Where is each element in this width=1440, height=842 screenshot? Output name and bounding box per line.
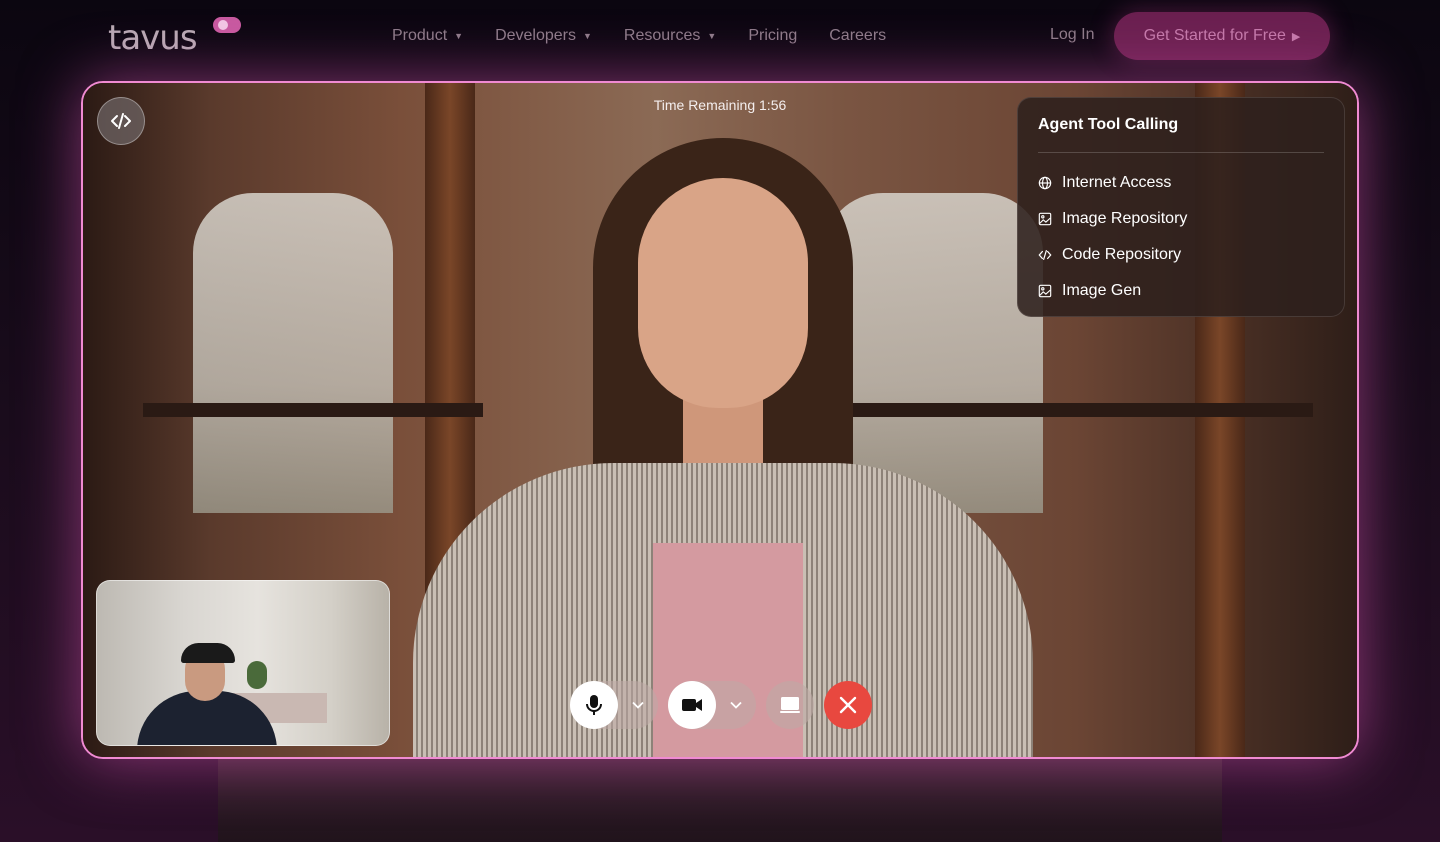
- tool-label: Internet Access: [1062, 174, 1172, 191]
- caret-down-icon: ▼: [583, 31, 592, 41]
- globe-icon: [1038, 176, 1052, 190]
- railing: [143, 403, 483, 417]
- tool-label: Image Gen: [1062, 282, 1142, 299]
- tool-internet-access[interactable]: Internet Access: [1038, 165, 1324, 201]
- agent-tools-panel: Agent Tool Calling Internet Access Image…: [1017, 97, 1345, 317]
- camera-options-button[interactable]: [716, 681, 756, 729]
- tool-image-gen[interactable]: Image Gen: [1038, 273, 1324, 309]
- main-menu: Product ▼ Developers ▼ Resources ▼ Prici…: [392, 24, 886, 48]
- microphone-control: [570, 681, 658, 729]
- camera-button[interactable]: [668, 681, 716, 729]
- tavus-logo[interactable]: tavus: [108, 17, 241, 58]
- login-link[interactable]: Log In: [1050, 26, 1094, 44]
- self-view-video[interactable]: [96, 580, 390, 746]
- agent-face: [638, 178, 808, 408]
- end-call-icon: [839, 696, 857, 714]
- get-started-button[interactable]: Get Started for Free ▶: [1114, 12, 1330, 60]
- nav-item-developers[interactable]: Developers ▼: [495, 24, 592, 48]
- microphone-options-button[interactable]: [618, 681, 658, 729]
- nav-item-label: Pricing: [748, 27, 798, 44]
- caret-down-icon: ▼: [454, 31, 464, 41]
- logo-text: tavus: [108, 18, 198, 58]
- tool-code-repository[interactable]: Code Repository: [1038, 237, 1324, 273]
- nav-item-pricing[interactable]: Pricing: [748, 24, 797, 48]
- tool-image-repository[interactable]: Image Repository: [1038, 201, 1324, 237]
- end-call-button[interactable]: [824, 681, 872, 729]
- video-call-frame: Time Remaining 1:56 Agent Tool Calling I…: [81, 81, 1359, 759]
- nav-item-label: Resources: [623, 27, 701, 44]
- play-arrow-icon: ▶: [1291, 30, 1301, 43]
- railing: [843, 403, 1313, 417]
- screen-share-button[interactable]: [766, 681, 814, 729]
- nav-item-resources[interactable]: Resources ▼: [624, 24, 716, 48]
- top-navigation: tavus Product ▼ Developers ▼ Resources ▼…: [0, 0, 1440, 72]
- caret-down-icon: ▼: [707, 31, 717, 41]
- call-controls: [570, 681, 872, 729]
- nav-item-label: Developers: [495, 27, 576, 44]
- camera-icon: [682, 699, 702, 711]
- logo-badge-icon: [213, 17, 241, 33]
- chevron-down-icon: [632, 701, 644, 709]
- pip-plant: [247, 661, 267, 689]
- screen-share-icon: [780, 697, 800, 713]
- video-reflection: [218, 758, 1222, 842]
- chevron-down-icon: [730, 701, 742, 709]
- image-icon: [1038, 284, 1052, 298]
- nav-item-label: Careers: [829, 27, 887, 44]
- background-window: [193, 193, 393, 513]
- pip-user-cap: [181, 643, 235, 663]
- nav-item-label: Product: [392, 27, 448, 44]
- microphone-button[interactable]: [570, 681, 618, 729]
- get-started-label: Get Started for Free: [1143, 27, 1286, 44]
- image-icon: [1038, 212, 1052, 226]
- nav-item-product[interactable]: Product ▼: [392, 24, 463, 48]
- camera-control: [668, 681, 756, 729]
- microphone-icon: [586, 695, 602, 715]
- panel-divider: [1038, 152, 1324, 153]
- code-icon: [1038, 250, 1052, 260]
- panel-title: Agent Tool Calling: [1038, 116, 1179, 133]
- tool-label: Code Repository: [1062, 246, 1182, 263]
- tool-label: Image Repository: [1062, 210, 1188, 227]
- nav-item-careers[interactable]: Careers: [829, 24, 886, 48]
